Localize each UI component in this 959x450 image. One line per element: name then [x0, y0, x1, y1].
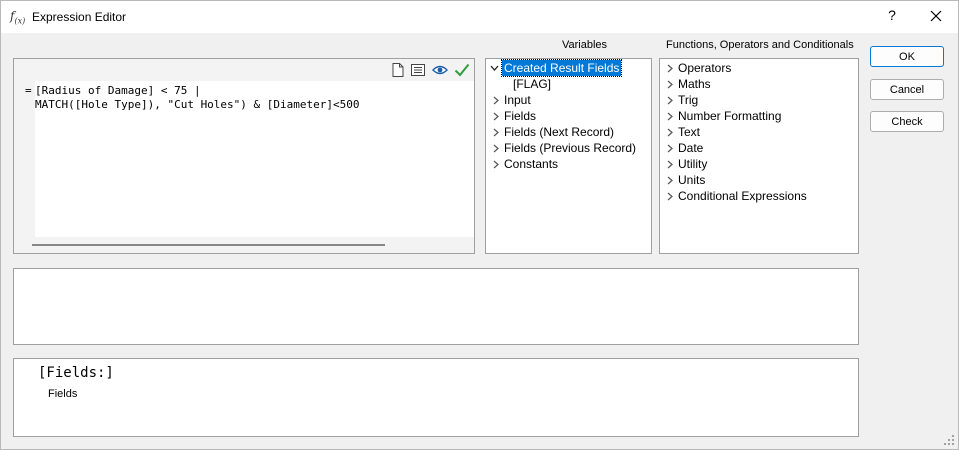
tree-item-label: Fields (Next Record): [504, 125, 615, 139]
tree-item-fields-next-record[interactable]: Fields (Next Record): [489, 124, 649, 140]
chevron-right-icon[interactable]: [665, 124, 674, 140]
chevron-right-icon[interactable]: [665, 92, 674, 108]
expression-line-2[interactable]: MATCH([Hole Type]), "Cut Holes") & [Diam…: [35, 98, 360, 111]
tree-item-operators[interactable]: Operators: [663, 60, 853, 76]
help-button[interactable]: ?: [885, 7, 899, 23]
tree-item-date[interactable]: Date: [663, 140, 853, 156]
check-button[interactable]: Check: [870, 111, 944, 132]
tree-item-fields[interactable]: Fields: [489, 108, 649, 124]
help-title: [Fields:]: [38, 365, 114, 381]
line-gutter: [14, 81, 35, 237]
tree-item-text[interactable]: Text: [663, 124, 853, 140]
tree-item-label: Maths: [678, 77, 711, 91]
validate-check-icon[interactable]: [454, 62, 470, 78]
tree-item-units[interactable]: Units: [663, 172, 853, 188]
tree-item-number-formatting[interactable]: Number Formatting: [663, 108, 853, 124]
scrollbar-thumb[interactable]: [32, 244, 385, 246]
tree-item-fields-previous-record[interactable]: Fields (Previous Record): [489, 140, 649, 156]
functions-heading: Functions, Operators and Conditionals: [666, 39, 854, 51]
cancel-button[interactable]: Cancel: [870, 79, 944, 100]
tree-item-label: [FLAG]: [513, 77, 552, 91]
chevron-right-icon[interactable]: [665, 140, 674, 156]
preview-eye-icon[interactable]: [432, 62, 448, 78]
message-box: [13, 268, 859, 345]
close-icon[interactable]: [923, 4, 949, 28]
expression-line-1[interactable]: [Radius of Damage] < 75 |: [35, 84, 201, 97]
chevron-right-icon[interactable]: [665, 172, 674, 188]
tree-item-label: Fields (Previous Record): [504, 141, 637, 155]
tree-item-label: Fields: [504, 109, 537, 123]
resize-grip-icon[interactable]: [942, 433, 956, 447]
help-box: [Fields:] Fields: [13, 358, 859, 437]
chevron-right-icon[interactable]: [491, 92, 500, 108]
chevron-right-icon[interactable]: [665, 108, 674, 124]
editor-toolbar: [14, 59, 474, 81]
tree-item-label: Trig: [678, 93, 699, 107]
ok-button[interactable]: OK: [870, 46, 944, 67]
tree-item-label: Operators: [678, 61, 732, 75]
tree-item-input[interactable]: Input: [489, 92, 649, 108]
horizontal-scrollbar[interactable]: [14, 237, 474, 253]
help-body: Fields: [48, 388, 78, 400]
chevron-right-icon[interactable]: [665, 156, 674, 172]
tree-item-label: Constants: [504, 157, 559, 171]
list-icon[interactable]: [410, 62, 426, 78]
tree-item-label: Date: [678, 141, 704, 155]
tree-item-label: Number Formatting: [678, 109, 782, 123]
function-icon: f(x): [10, 9, 25, 25]
expression-editor[interactable]: = [Radius of Damage] < 75 | MATCH([Hole …: [13, 58, 475, 254]
expression-editor-window: f(x) Expression Editor ? Variables Funct…: [0, 0, 959, 450]
chevron-right-icon[interactable]: [491, 108, 500, 124]
tree-item-constants[interactable]: Constants: [489, 156, 649, 172]
chevron-right-icon[interactable]: [491, 156, 500, 172]
window-title: Expression Editor: [32, 10, 127, 24]
function-icon-sub: (x): [14, 16, 26, 26]
tree-item-label: Input: [504, 93, 531, 107]
expression-prefix: =: [25, 84, 32, 97]
tree-item-conditional-expressions[interactable]: Conditional Expressions: [663, 188, 853, 204]
new-document-icon[interactable]: [390, 62, 406, 78]
variables-heading: Variables: [562, 39, 608, 51]
tree-item-label: Utility: [678, 157, 708, 171]
variables-tree[interactable]: Created Result Fields [FLAG] Input Field…: [485, 58, 652, 254]
chevron-down-icon[interactable]: [490, 60, 499, 76]
chevron-right-icon[interactable]: [665, 76, 674, 92]
chevron-right-icon[interactable]: [665, 60, 674, 76]
tree-item-utility[interactable]: Utility: [663, 156, 853, 172]
tree-item-trig[interactable]: Trig: [663, 92, 853, 108]
tree-item-label: Created Result Fields: [500, 59, 623, 77]
chevron-right-icon[interactable]: [665, 188, 674, 204]
tree-item-label: Conditional Expressions: [678, 189, 807, 203]
tree-item-label: Units: [678, 173, 706, 187]
tree-item-flag[interactable]: [FLAG]: [513, 76, 551, 92]
title-bar: f(x) Expression Editor ?: [1, 1, 958, 33]
chevron-right-icon[interactable]: [491, 140, 500, 156]
chevron-right-icon[interactable]: [491, 124, 500, 140]
tree-item-label: Text: [678, 125, 701, 139]
tree-item-created-result-fields[interactable]: Created Result Fields: [489, 59, 649, 77]
tree-item-maths[interactable]: Maths: [663, 76, 853, 92]
functions-tree[interactable]: Operators Maths Trig Number Formatting T…: [659, 58, 859, 254]
